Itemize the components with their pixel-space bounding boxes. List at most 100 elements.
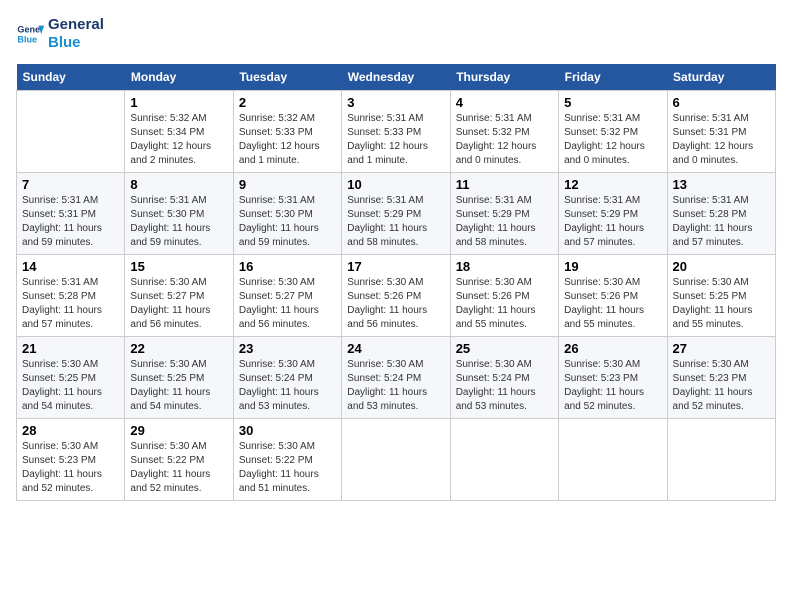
svg-text:Blue: Blue: [17, 34, 37, 44]
day-info: Sunrise: 5:30 AM Sunset: 5:23 PM Dayligh…: [673, 358, 770, 414]
day-cell: 2 Sunrise: 5:32 AM Sunset: 5:33 PM Daylig…: [233, 91, 341, 173]
logo: General Blue General Blue: [16, 16, 104, 52]
day-info: Sunrise: 5:31 AM Sunset: 5:32 PM Dayligh…: [456, 112, 553, 168]
week-row-3: 14Sunrise: 5:31 AM Sunset: 5:28 PM Dayli…: [17, 255, 776, 337]
day-number: 10: [347, 177, 444, 192]
day-number: 16: [239, 259, 336, 274]
day-cell: 3Sunrise: 5:31 AM Sunset: 5:33 PM Daylig…: [342, 91, 450, 173]
calendar-body: 1 Sunrise: 5:32 AM Sunset: 5:34 PM Daylig…: [17, 91, 776, 501]
header-day-saturday: Saturday: [667, 64, 775, 91]
page-header: General Blue General Blue: [16, 16, 776, 52]
day-number: 27: [673, 341, 770, 356]
day-info: Sunrise: 5:31 AM Sunset: 5:30 PM Dayligh…: [239, 194, 336, 250]
day-cell: 5 Sunrise: 5:31 AM Sunset: 5:32 PM Daylig…: [559, 91, 667, 173]
day-info: Sunrise: 5:30 AM Sunset: 5:22 PM Dayligh…: [239, 440, 336, 496]
day-cell: [342, 419, 450, 501]
header-day-tuesday: Tuesday: [233, 64, 341, 91]
day-number: 12: [564, 177, 661, 192]
day-cell: 6Sunrise: 5:31 AM Sunset: 5:31 PM Daylig…: [667, 91, 775, 173]
day-number: 14: [22, 259, 119, 274]
day-number: 19: [564, 259, 661, 274]
day-cell: [559, 419, 667, 501]
day-cell: [17, 91, 125, 173]
day-number: 15: [130, 259, 227, 274]
day-number: 28: [22, 423, 119, 438]
day-cell: 15 Sunrise: 5:30 AM Sunset: 5:27 PM Dayli…: [125, 255, 233, 337]
day-number: 1: [130, 95, 227, 110]
day-number: 5: [564, 95, 661, 110]
day-cell: 12Sunrise: 5:31 AM Sunset: 5:29 PM Dayli…: [559, 173, 667, 255]
day-cell: 19 Sunrise: 5:30 AM Sunset: 5:26 PM Dayli…: [559, 255, 667, 337]
day-info: Sunrise: 5:30 AM Sunset: 5:23 PM Dayligh…: [564, 358, 661, 414]
day-number: 20: [673, 259, 770, 274]
day-cell: 23 Sunrise: 5:30 AM Sunset: 5:24 PM Dayli…: [233, 337, 341, 419]
day-info: Sunrise: 5:32 AM Sunset: 5:33 PM Dayligh…: [239, 112, 336, 168]
day-number: 3: [347, 95, 444, 110]
week-row-5: 28 Sunrise: 5:30 AM Sunset: 5:23 PM Dayli…: [17, 419, 776, 501]
day-cell: 13 Sunrise: 5:31 AM Sunset: 5:28 PM Dayli…: [667, 173, 775, 255]
calendar-header: SundayMondayTuesdayWednesdayThursdayFrid…: [17, 64, 776, 91]
day-number: 25: [456, 341, 553, 356]
day-number: 11: [456, 177, 553, 192]
day-cell: 21Sunrise: 5:30 AM Sunset: 5:25 PM Dayli…: [17, 337, 125, 419]
day-number: 26: [564, 341, 661, 356]
day-cell: 20 Sunrise: 5:30 AM Sunset: 5:25 PM Dayli…: [667, 255, 775, 337]
day-info: Sunrise: 5:31 AM Sunset: 5:31 PM Dayligh…: [22, 194, 119, 250]
day-cell: 24 Sunrise: 5:30 AM Sunset: 5:24 PM Dayli…: [342, 337, 450, 419]
day-number: 13: [673, 177, 770, 192]
day-number: 30: [239, 423, 336, 438]
day-info: Sunrise: 5:30 AM Sunset: 5:25 PM Dayligh…: [130, 358, 227, 414]
day-number: 29: [130, 423, 227, 438]
day-cell: 1 Sunrise: 5:32 AM Sunset: 5:34 PM Daylig…: [125, 91, 233, 173]
day-number: 9: [239, 177, 336, 192]
day-number: 2: [239, 95, 336, 110]
day-number: 18: [456, 259, 553, 274]
day-number: 24: [347, 341, 444, 356]
day-cell: 27 Sunrise: 5:30 AM Sunset: 5:23 PM Dayli…: [667, 337, 775, 419]
day-info: Sunrise: 5:30 AM Sunset: 5:24 PM Dayligh…: [456, 358, 553, 414]
day-info: Sunrise: 5:30 AM Sunset: 5:26 PM Dayligh…: [456, 276, 553, 332]
day-number: 23: [239, 341, 336, 356]
day-cell: 10Sunrise: 5:31 AM Sunset: 5:29 PM Dayli…: [342, 173, 450, 255]
logo-text: General Blue: [48, 16, 104, 52]
day-cell: 4 Sunrise: 5:31 AM Sunset: 5:32 PM Daylig…: [450, 91, 558, 173]
day-info: Sunrise: 5:30 AM Sunset: 5:24 PM Dayligh…: [239, 358, 336, 414]
day-info: Sunrise: 5:32 AM Sunset: 5:34 PM Dayligh…: [130, 112, 227, 168]
day-info: Sunrise: 5:31 AM Sunset: 5:31 PM Dayligh…: [673, 112, 770, 168]
week-row-4: 21Sunrise: 5:30 AM Sunset: 5:25 PM Dayli…: [17, 337, 776, 419]
day-info: Sunrise: 5:31 AM Sunset: 5:30 PM Dayligh…: [130, 194, 227, 250]
day-info: Sunrise: 5:30 AM Sunset: 5:26 PM Dayligh…: [564, 276, 661, 332]
day-info: Sunrise: 5:30 AM Sunset: 5:25 PM Dayligh…: [22, 358, 119, 414]
day-info: Sunrise: 5:31 AM Sunset: 5:32 PM Dayligh…: [564, 112, 661, 168]
day-number: 4: [456, 95, 553, 110]
day-number: 22: [130, 341, 227, 356]
header-day-thursday: Thursday: [450, 64, 558, 91]
day-cell: 14Sunrise: 5:31 AM Sunset: 5:28 PM Dayli…: [17, 255, 125, 337]
week-row-2: 7 Sunrise: 5:31 AM Sunset: 5:31 PM Daylig…: [17, 173, 776, 255]
day-info: Sunrise: 5:30 AM Sunset: 5:23 PM Dayligh…: [22, 440, 119, 496]
day-cell: 28 Sunrise: 5:30 AM Sunset: 5:23 PM Dayli…: [17, 419, 125, 501]
header-row: SundayMondayTuesdayWednesdayThursdayFrid…: [17, 64, 776, 91]
day-info: Sunrise: 5:30 AM Sunset: 5:27 PM Dayligh…: [130, 276, 227, 332]
logo-icon: General Blue: [16, 20, 44, 48]
day-cell: 22 Sunrise: 5:30 AM Sunset: 5:25 PM Dayli…: [125, 337, 233, 419]
header-day-wednesday: Wednesday: [342, 64, 450, 91]
day-cell: [450, 419, 558, 501]
day-info: Sunrise: 5:31 AM Sunset: 5:29 PM Dayligh…: [456, 194, 553, 250]
day-cell: 26 Sunrise: 5:30 AM Sunset: 5:23 PM Dayli…: [559, 337, 667, 419]
day-number: 17: [347, 259, 444, 274]
day-info: Sunrise: 5:30 AM Sunset: 5:26 PM Dayligh…: [347, 276, 444, 332]
day-cell: 25 Sunrise: 5:30 AM Sunset: 5:24 PM Dayli…: [450, 337, 558, 419]
day-cell: 8 Sunrise: 5:31 AM Sunset: 5:30 PM Daylig…: [125, 173, 233, 255]
day-cell: 18 Sunrise: 5:30 AM Sunset: 5:26 PM Dayli…: [450, 255, 558, 337]
calendar-table: SundayMondayTuesdayWednesdayThursdayFrid…: [16, 64, 776, 501]
day-info: Sunrise: 5:30 AM Sunset: 5:25 PM Dayligh…: [673, 276, 770, 332]
day-info: Sunrise: 5:30 AM Sunset: 5:22 PM Dayligh…: [130, 440, 227, 496]
day-cell: [667, 419, 775, 501]
day-number: 7: [22, 177, 119, 192]
day-info: Sunrise: 5:30 AM Sunset: 5:24 PM Dayligh…: [347, 358, 444, 414]
day-info: Sunrise: 5:31 AM Sunset: 5:28 PM Dayligh…: [673, 194, 770, 250]
day-info: Sunrise: 5:30 AM Sunset: 5:27 PM Dayligh…: [239, 276, 336, 332]
header-day-friday: Friday: [559, 64, 667, 91]
day-number: 8: [130, 177, 227, 192]
